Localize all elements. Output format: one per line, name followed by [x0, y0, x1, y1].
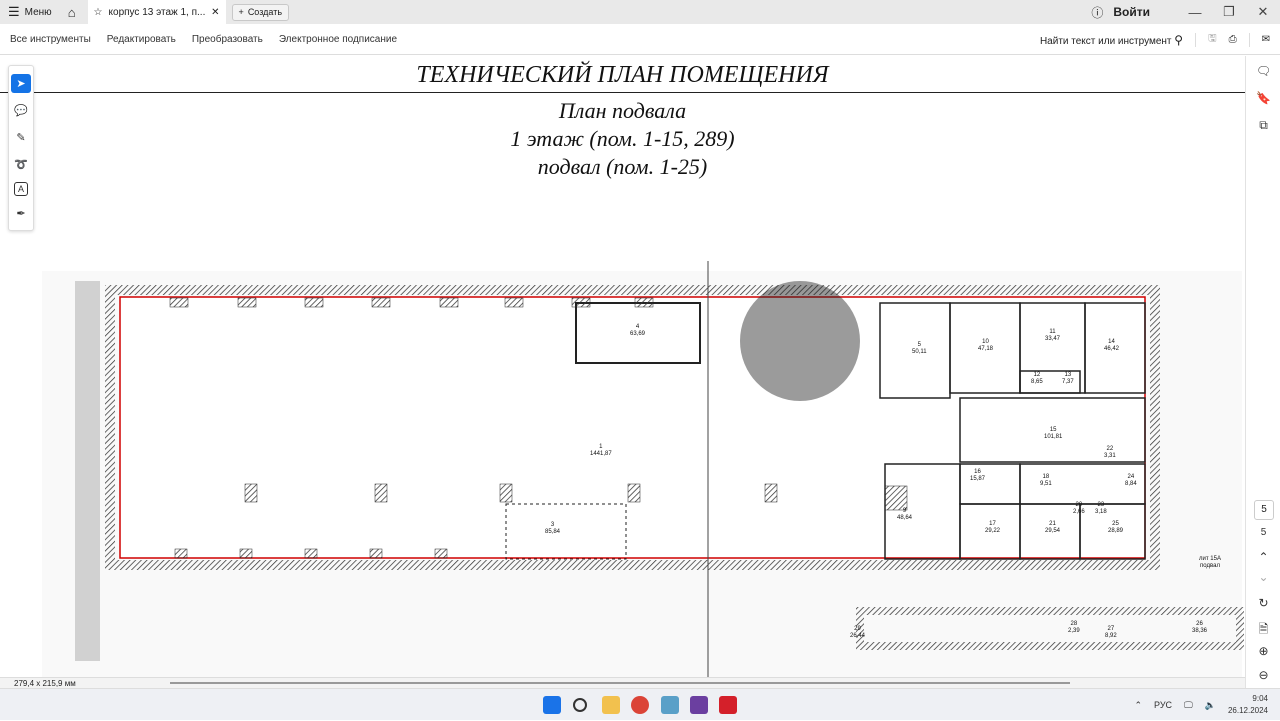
archiver-icon[interactable] — [690, 696, 708, 714]
menu-convert[interactable]: Преобразовать — [192, 34, 263, 45]
room-label: 3 85,84 — [545, 522, 561, 535]
next-page-icon[interactable]: ⌄ — [1246, 570, 1280, 584]
room-label: 12 8,65 — [1031, 372, 1043, 385]
page-size: 279,4 x 215,9 мм — [14, 679, 76, 688]
comment-tool-icon[interactable]: 💬 — [11, 101, 31, 120]
status-bar: 279,4 x 215,9 мм — [0, 677, 1245, 688]
room-label: 27 8,92 — [1105, 626, 1117, 639]
print-icon[interactable]: ⎙ — [1229, 34, 1237, 45]
save-icon[interactable]: 🖫 — [1208, 31, 1217, 48]
language-indicator[interactable]: РУС — [1154, 700, 1172, 710]
room-label: 22 3,31 — [1104, 446, 1116, 459]
room-label: 21 29,54 — [1045, 521, 1061, 534]
room-label: 25 28,89 — [1108, 521, 1124, 534]
volume-icon[interactable]: 🔈 — [1205, 700, 1216, 711]
page-number-input[interactable]: 5 — [1254, 500, 1274, 520]
login-button[interactable]: Войти — [1113, 5, 1150, 19]
room-label: 29 26,44 — [850, 626, 866, 639]
room-label: 17 29,22 — [985, 521, 1001, 534]
room-label: 15 101,81 — [1044, 427, 1063, 440]
close-tab-icon[interactable]: ✕ — [211, 7, 219, 18]
scan-smudge — [740, 281, 860, 401]
help-icon[interactable]: ⓘ — [1091, 4, 1103, 21]
room-label: 13 7,37 — [1062, 372, 1074, 385]
fit-page-icon[interactable]: 🗎 — [1246, 620, 1280, 641]
hamburger-icon: ☰ — [8, 4, 20, 19]
lasso-tool-icon[interactable]: ➰ — [11, 155, 31, 174]
menu-all-tools[interactable]: Все инструменты — [10, 34, 91, 45]
clock[interactable]: 9:04 26.12.2024 — [1228, 693, 1268, 717]
room-label: 24 8,84 — [1125, 474, 1137, 487]
search-icon: ⚲ — [1174, 32, 1184, 47]
taskbar: ⌃ РУС 🖵 🔈 9:04 26.12.2024 — [0, 688, 1280, 720]
horizontal-scrollbar[interactable] — [170, 682, 1070, 684]
sign-tool-icon[interactable]: ✒ — [11, 204, 31, 223]
zoom-in-icon[interactable]: ⊕ — [1246, 644, 1280, 658]
room-label: 18 9,51 — [1040, 474, 1052, 487]
pen-tool-icon[interactable]: ✎ — [11, 128, 31, 147]
maximize-icon[interactable]: ❐ — [1212, 4, 1246, 20]
bookmarks-icon[interactable]: 🔖 — [1246, 91, 1280, 105]
search-tools-button[interactable]: Найти текст или инструмент ⚲ — [1040, 33, 1183, 47]
room-label: 9 48,64 — [897, 508, 913, 521]
menu-e-sign[interactable]: Электронное подписание — [279, 34, 397, 45]
minimize-icon[interactable]: — — [1178, 5, 1212, 20]
room-label: 14 46,42 — [1104, 339, 1120, 352]
create-button[interactable]: + Создать — [231, 3, 290, 21]
room-label: 23 3,18 — [1095, 502, 1107, 515]
close-window-icon[interactable]: ✕ — [1246, 4, 1280, 20]
pages-icon[interactable]: ⧉ — [1246, 118, 1280, 133]
divider — [1195, 32, 1197, 47]
room-label: 5 50,11 — [912, 342, 927, 355]
menu-edit[interactable]: Редактировать — [107, 34, 176, 45]
page-total: 5 — [1260, 527, 1267, 538]
select-tool-icon[interactable]: ➤ — [11, 74, 31, 93]
start-icon[interactable] — [543, 696, 561, 714]
sheet-label: лит 15А подвал — [1199, 556, 1221, 569]
rotate-icon[interactable]: ↻ — [1246, 596, 1280, 610]
menu-button[interactable]: ☰ Меню — [0, 0, 60, 24]
toolbar: Все инструменты Редактировать Преобразов… — [0, 24, 1280, 55]
room-label: 28 2,39 — [1068, 621, 1080, 634]
room-label: 11 33,47 — [1045, 329, 1061, 342]
chrome-icon[interactable] — [631, 696, 649, 714]
acrobat-icon[interactable] — [719, 696, 737, 714]
tray-chevron-icon[interactable]: ⌃ — [1134, 700, 1142, 711]
comments-panel-icon[interactable]: 🗨 — [1246, 64, 1280, 78]
document-view[interactable]: ТЕХНИЧЕСКИЙ ПЛАН ПОМЕЩЕНИЯ План подвала … — [0, 56, 1245, 677]
floor-plan — [42, 261, 1244, 677]
room-label: 20 2,66 — [1073, 502, 1085, 515]
plus-icon: + — [238, 7, 244, 17]
file-explorer-icon[interactable] — [602, 696, 620, 714]
tab-bar: ☰ Меню ⌂ ☆ корпус 13 этаж 1, п... ✕ + Создат… — [0, 0, 1280, 24]
divider — [1248, 32, 1250, 47]
prev-page-icon[interactable]: ⌃ — [1246, 550, 1280, 564]
room-label: 26 38,36 — [1192, 621, 1208, 634]
app-icon[interactable] — [661, 696, 679, 714]
search-taskbar-icon[interactable] — [573, 698, 587, 712]
room-label: 16 15,87 — [970, 469, 986, 482]
scan-shadow — [75, 281, 100, 661]
right-sidebar: 🗨 🔖 ⧉ 5 5 ⌃ ⌄ ↻ 🗎 ⊕ ⊖ — [1245, 56, 1280, 688]
star-icon: ☆ — [93, 6, 103, 18]
tool-palette: ➤ 💬 ✎ ➰ A ✒ — [8, 65, 34, 231]
room-label: 4 63,69 — [630, 324, 646, 337]
room-label: 10 47,18 — [978, 339, 994, 352]
text-tool-icon[interactable]: A — [14, 182, 28, 196]
email-icon[interactable]: ✉ — [1262, 34, 1270, 45]
zoom-out-icon[interactable]: ⊖ — [1246, 668, 1280, 682]
home-icon: ⌂ — [67, 4, 76, 20]
system-tray: ⌃ РУС 🖵 🔈 9:04 26.12.2024 — [1134, 689, 1268, 721]
home-button[interactable]: ⌂ — [60, 0, 84, 24]
network-icon[interactable]: 🖵 — [1184, 700, 1193, 711]
tab-document[interactable]: ☆ корпус 13 этаж 1, п... ✕ — [87, 0, 226, 24]
room-label: 1 1441,87 — [590, 444, 612, 457]
